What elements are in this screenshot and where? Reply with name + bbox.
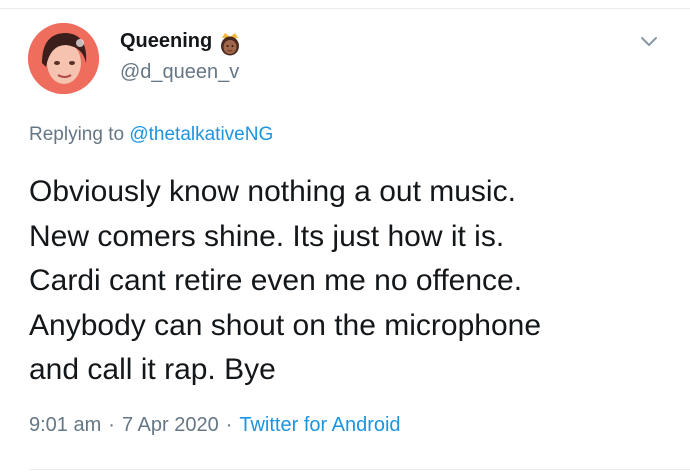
chevron-down-icon[interactable] bbox=[638, 33, 660, 49]
tweet-text-line: Cardi cant retire even me no offence. bbox=[29, 264, 523, 297]
tweet-text-line: New comers shine. Its just how it is. bbox=[29, 219, 505, 253]
top-divider bbox=[0, 0, 690, 9]
profile-photo bbox=[28, 23, 99, 94]
tweet-time[interactable]: 9:01 am bbox=[29, 414, 101, 436]
tweet-text-line: and call it rap. Bye bbox=[29, 353, 276, 386]
bottom-divider bbox=[29, 469, 690, 470]
reply-target-link[interactable]: @thetalkativeNG bbox=[129, 124, 273, 145]
tweet-card: Queening @d_queen_v Replying to @thetalk… bbox=[0, 9, 690, 472]
tweet-text-line: Anybody can shout on the microphone bbox=[29, 308, 542, 342]
display-name[interactable]: Queening bbox=[120, 30, 212, 53]
separator: · bbox=[108, 414, 115, 436]
tweet-date[interactable]: 7 Apr 2020 bbox=[122, 414, 219, 436]
tweet-text: Obviously know nothing a out music. New … bbox=[29, 170, 669, 393]
separator: · bbox=[225, 414, 233, 436]
avatar[interactable] bbox=[28, 23, 99, 94]
user-handle[interactable]: @d_queen_v bbox=[120, 61, 248, 84]
replying-to: Replying to @thetalkativeNG bbox=[29, 124, 273, 146]
tweet-text-line: Obviously know nothing a out music. bbox=[29, 175, 516, 208]
crown-woman-emoji-icon bbox=[221, 33, 239, 56]
tweet-source-link[interactable]: Twitter for Android bbox=[239, 414, 400, 436]
tweet-metadata: 9:01 am · 7 Apr 2020 · Twitter for Android bbox=[29, 414, 401, 437]
replying-prefix: Replying to bbox=[29, 124, 125, 145]
